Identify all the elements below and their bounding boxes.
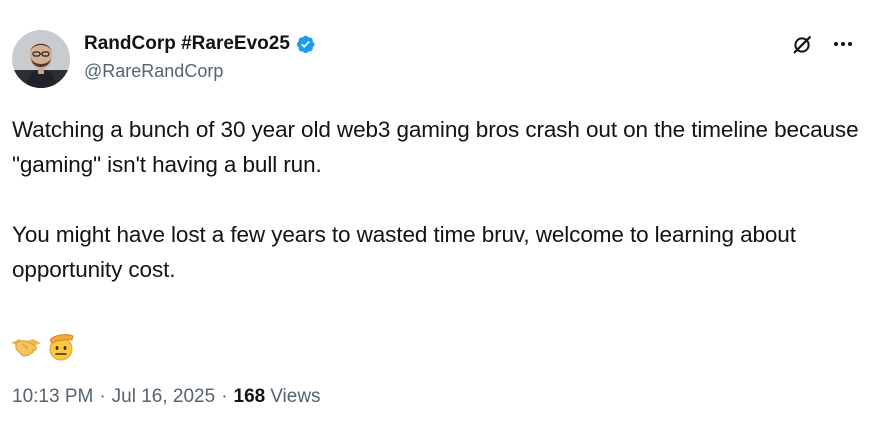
name-row: RandCorp #RareEvo25 — [84, 32, 316, 56]
views-label: Views — [270, 386, 321, 407]
handle[interactable]: @RareRandCorp — [84, 61, 316, 82]
grok-icon[interactable] — [788, 31, 816, 59]
tweet-card: RandCorp #RareEvo25 @RareRandCorp Watchi… — [0, 0, 872, 424]
author-block: RandCorp #RareEvo25 @RareRandCorp — [84, 32, 316, 82]
tweet-time[interactable]: 10:13 PM — [12, 386, 93, 408]
tweet-paragraph: Watching a bunch of 30 year old web3 gam… — [12, 117, 859, 177]
verified-badge-icon[interactable] — [295, 34, 316, 55]
tweet-paragraph: You might have lost a few years to waste… — [12, 222, 796, 282]
views-count: 168 — [233, 386, 266, 407]
handshake-icon — [10, 334, 42, 363]
tweet-meta: 10:13 PM · Jul 16, 2025 · 168 Views — [12, 386, 321, 408]
avatar-image — [12, 30, 70, 88]
tweet-date[interactable]: Jul 16, 2025 — [112, 386, 216, 408]
more-options-icon[interactable] — [828, 30, 858, 58]
display-name[interactable]: RandCorp #RareEvo25 — [84, 33, 290, 55]
tweet-text: Watching a bunch of 30 year old web3 gam… — [12, 112, 862, 287]
separator-dot: · — [221, 386, 228, 407]
separator-dot: · — [99, 386, 106, 407]
avatar[interactable] — [12, 30, 70, 88]
saluting-face-icon — [44, 331, 78, 366]
emoji-row — [10, 331, 78, 366]
